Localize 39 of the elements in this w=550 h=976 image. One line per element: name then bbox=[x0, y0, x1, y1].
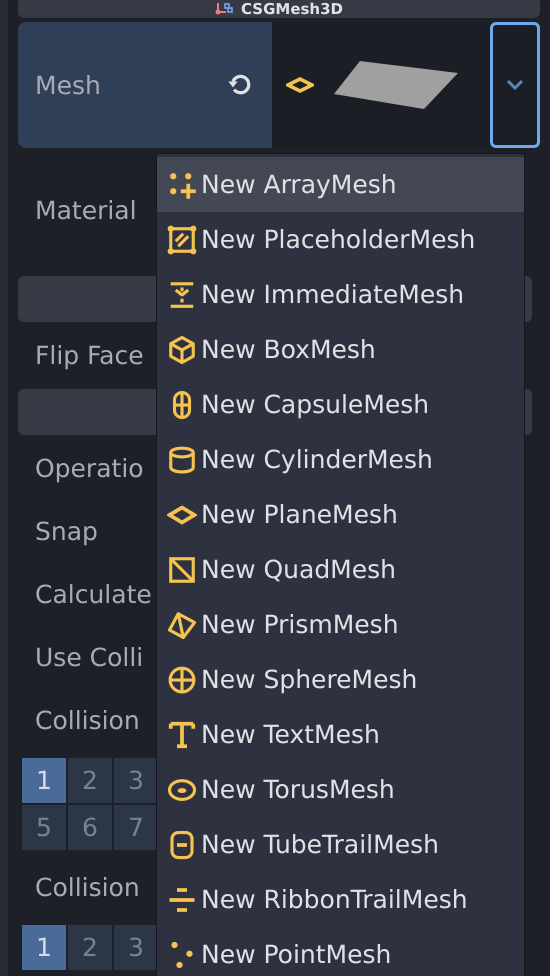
chevron-down-icon bbox=[506, 79, 524, 92]
menu-item[interactable]: New ImmediateMesh bbox=[157, 267, 524, 322]
property-label: Calculate bbox=[35, 578, 152, 611]
diamond-icon bbox=[286, 76, 314, 94]
menu-item[interactable]: New BoxMesh bbox=[157, 322, 524, 377]
menu-item[interactable]: New QuadMesh bbox=[157, 542, 524, 597]
menu-item[interactable]: New SphereMesh bbox=[157, 652, 524, 707]
property-label: Snap bbox=[35, 516, 98, 548]
menu-item[interactable]: New CylinderMesh bbox=[157, 432, 524, 487]
menu-item[interactable]: New TextMesh bbox=[157, 707, 524, 762]
quad-icon bbox=[167, 554, 197, 584]
menu-item[interactable]: New PointMesh bbox=[157, 927, 524, 976]
property-label: Material bbox=[35, 195, 137, 228]
layer-cell[interactable]: 1 bbox=[22, 758, 66, 803]
node-title: CSGMesh3D bbox=[241, 0, 343, 18]
menu-item[interactable]: New TorusMesh bbox=[157, 762, 524, 817]
layer-cell[interactable]: 1 bbox=[22, 925, 66, 970]
menu-item[interactable]: New CapsuleMesh bbox=[157, 377, 524, 432]
property-label: Collision bbox=[35, 704, 140, 737]
prism-icon bbox=[167, 610, 197, 640]
menu-item[interactable]: New PlaneMesh bbox=[157, 487, 524, 542]
text-icon bbox=[167, 720, 197, 750]
property-label: Use Colli bbox=[35, 642, 144, 674]
menu-item[interactable]: New PlaceholderMesh bbox=[157, 212, 524, 267]
property-label: Mesh bbox=[35, 70, 101, 102]
property-label: Collision bbox=[35, 872, 140, 904]
cube-icon bbox=[167, 334, 197, 364]
menu-item[interactable]: New ArrayMesh bbox=[157, 157, 524, 212]
dropdown-button[interactable] bbox=[490, 22, 540, 148]
menu-item[interactable]: New TubeTrailMesh bbox=[157, 817, 524, 872]
menu-item[interactable]: New RibbonTrailMesh bbox=[157, 872, 524, 927]
cylinder-icon bbox=[167, 444, 197, 474]
menu-item[interactable]: New PrismMesh bbox=[157, 597, 524, 652]
property-label: Operatio bbox=[35, 452, 144, 485]
crate-icon bbox=[167, 224, 197, 254]
plane-preview-icon bbox=[334, 61, 460, 110]
property-label: Flip Face bbox=[35, 340, 144, 372]
sphere-icon bbox=[167, 664, 197, 694]
node-icon bbox=[215, 2, 233, 16]
